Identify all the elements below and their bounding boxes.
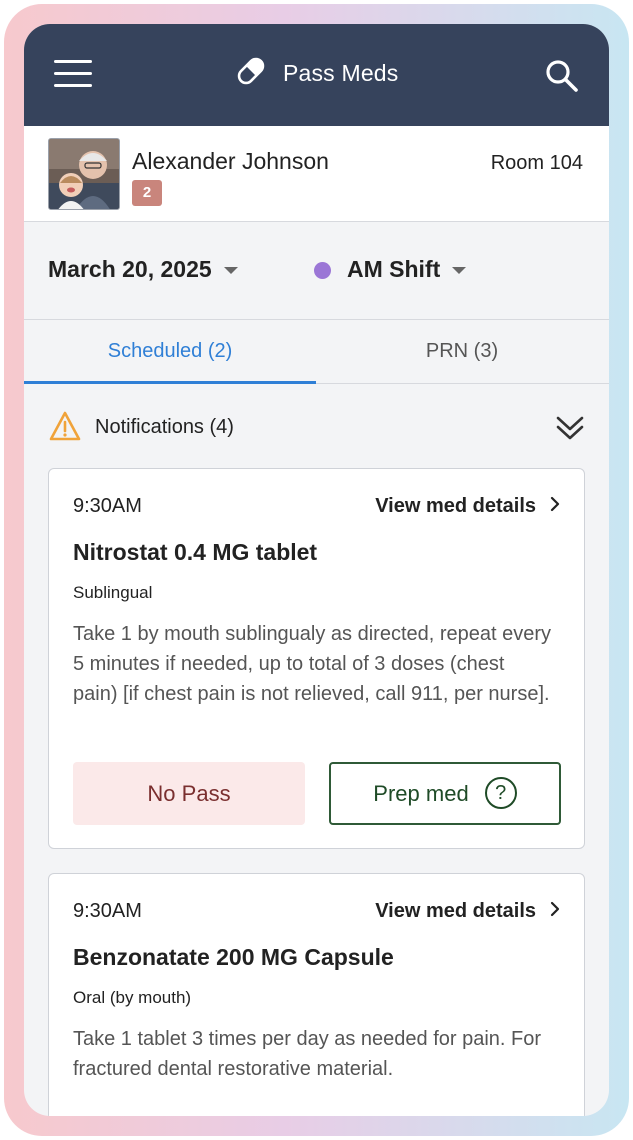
view-med-details-link[interactable]: View med details	[375, 900, 560, 923]
room-number: Room 104	[490, 152, 583, 174]
shift-value: AM Shift	[347, 256, 441, 282]
top-bar: Pass Meds	[24, 24, 609, 126]
caret-down-icon	[452, 267, 467, 275]
med-instructions: Take 1 by mouth sublingualy as directed,…	[73, 623, 552, 705]
date-value: March 20, 2025	[48, 256, 212, 282]
date-selector[interactable]: March 20, 2025	[48, 256, 238, 283]
patient-header: Alexander Johnson 2 Room 104	[24, 126, 609, 222]
app-screen: Pass Meds Alexander Johnson 2 Room 104 M…	[24, 24, 609, 1116]
med-time: 9:30AM	[73, 495, 142, 517]
warning-icon	[48, 410, 82, 447]
prep-med-button[interactable]: Prep med?	[329, 762, 561, 825]
double-chevron-down-icon[interactable]	[555, 412, 585, 447]
notifications-row[interactable]: Notifications (4)	[24, 404, 609, 452]
med-card: 9:30AM View med details Benzonatate 200 …	[48, 873, 585, 1116]
tab-prn[interactable]: PRN (3)	[316, 320, 608, 384]
med-tabs: Scheduled (2) PRN (3)	[24, 320, 609, 384]
no-pass-button[interactable]: No Pass	[73, 762, 305, 825]
pill-icon	[234, 54, 268, 93]
med-route: Oral (by mouth)	[73, 988, 192, 1007]
med-time: 9:30AM	[73, 900, 142, 922]
caret-down-icon	[223, 267, 238, 275]
shift-color-dot	[314, 262, 331, 280]
tab-scheduled[interactable]: Scheduled (2)	[24, 320, 316, 384]
filter-bar: March 20, 2025 AM Shift	[24, 222, 609, 320]
shift-selector[interactable]: AM Shift	[314, 256, 467, 283]
help-icon[interactable]: ?	[484, 777, 517, 810]
search-icon[interactable]	[544, 58, 580, 94]
chevron-right-icon	[550, 495, 560, 518]
med-instructions: Take 1 tablet 3 times per day as needed …	[73, 1028, 542, 1080]
med-route: Sublingual	[73, 583, 153, 602]
chevron-right-icon	[550, 900, 560, 923]
patient-avatar[interactable]	[48, 138, 120, 210]
med-card: 9:30AM View med details Nitrostat 0.4 MG…	[48, 468, 585, 849]
patient-name: Alexander Johnson	[132, 148, 329, 174]
header-title-group: Pass Meds	[24, 54, 609, 93]
notifications-label: Notifications (4)	[95, 416, 234, 438]
med-name: Nitrostat 0.4 MG tablet	[73, 539, 318, 565]
view-med-details-label: View med details	[375, 495, 536, 517]
patient-alert-badge: 2	[132, 180, 162, 206]
med-name: Benzonatate 200 MG Capsule	[73, 944, 394, 970]
view-med-details-label: View med details	[375, 900, 536, 922]
prep-med-label: Prep med	[373, 781, 469, 806]
view-med-details-link[interactable]: View med details	[375, 495, 560, 518]
page-title: Pass Meds	[282, 60, 399, 86]
